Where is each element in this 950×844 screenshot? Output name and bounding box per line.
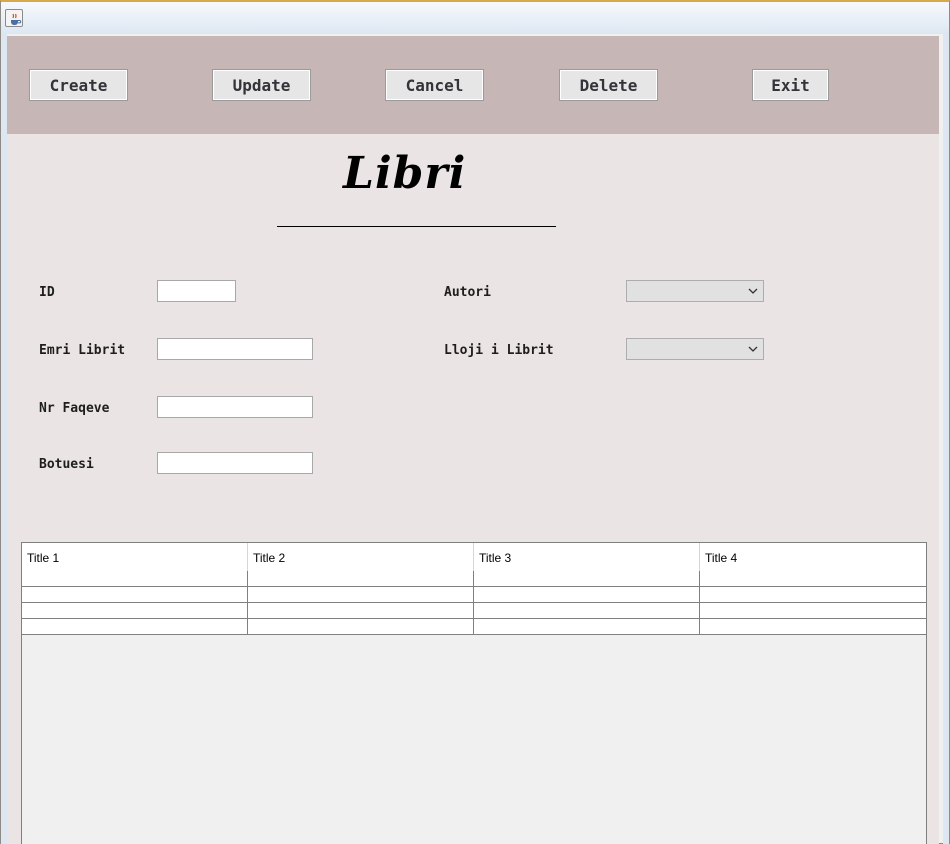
window-border-right — [943, 34, 949, 844]
table-cell[interactable] — [248, 587, 474, 602]
table-cell[interactable] — [22, 619, 248, 634]
toolbar: Create Update Cancel Delete Exit — [7, 36, 939, 134]
table-row[interactable] — [22, 603, 926, 619]
table-cell[interactable] — [248, 571, 474, 586]
table-row[interactable] — [22, 587, 926, 603]
pages-label: Nr Faqeve — [39, 401, 110, 416]
id-label: ID — [39, 285, 55, 300]
author-label: Autori — [444, 285, 491, 300]
table-cell[interactable] — [700, 571, 926, 586]
column-header[interactable]: Title 1 — [22, 543, 248, 571]
table-cell[interactable] — [22, 587, 248, 602]
id-field[interactable] — [157, 280, 236, 302]
table-cell[interactable] — [700, 587, 926, 602]
table-cell[interactable] — [474, 603, 700, 618]
chevron-down-icon[interactable] — [747, 343, 759, 355]
title-bar[interactable] — [1, 2, 949, 34]
delete-button[interactable]: Delete — [559, 69, 658, 101]
table-cell[interactable] — [22, 603, 248, 618]
books-table[interactable]: Title 1 Title 2 Title 3 Title 4 — [21, 542, 927, 844]
app-window: Create Update Cancel Delete Exit Libri I… — [0, 0, 950, 844]
book-type-label: Lloji i Librit — [444, 343, 554, 358]
table-row[interactable] — [22, 619, 926, 635]
chevron-down-icon[interactable] — [747, 285, 759, 297]
book-name-label: Emri Librit — [39, 343, 126, 358]
publisher-label: Botuesi — [39, 457, 94, 472]
column-header[interactable]: Title 2 — [248, 543, 474, 571]
table-header: Title 1 Title 2 Title 3 Title 4 — [22, 543, 926, 571]
table-cell[interactable] — [474, 571, 700, 586]
java-cup-icon[interactable] — [5, 9, 23, 27]
author-select[interactable] — [626, 280, 764, 302]
column-header[interactable]: Title 3 — [474, 543, 700, 571]
cancel-button[interactable]: Cancel — [385, 69, 484, 101]
table-cell[interactable] — [474, 587, 700, 602]
table-cell[interactable] — [474, 619, 700, 634]
update-button[interactable]: Update — [212, 69, 311, 101]
column-header[interactable]: Title 4 — [700, 543, 926, 571]
pages-field[interactable] — [157, 396, 313, 418]
title-underline — [277, 226, 556, 227]
table-cell[interactable] — [248, 603, 474, 618]
create-button[interactable]: Create — [29, 69, 128, 101]
publisher-field[interactable] — [157, 452, 313, 474]
book-type-select[interactable] — [626, 338, 764, 360]
table-cell[interactable] — [248, 619, 474, 634]
book-name-field[interactable] — [157, 338, 313, 360]
form-title: Libri — [343, 148, 467, 199]
table-cell[interactable] — [22, 571, 248, 586]
table-row[interactable] — [22, 571, 926, 587]
table-cell[interactable] — [700, 603, 926, 618]
form-panel: Libri ID Emri Librit Nr Faqeve Botuesi A… — [7, 134, 939, 844]
exit-button[interactable]: Exit — [752, 69, 829, 101]
table-cell[interactable] — [700, 619, 926, 634]
